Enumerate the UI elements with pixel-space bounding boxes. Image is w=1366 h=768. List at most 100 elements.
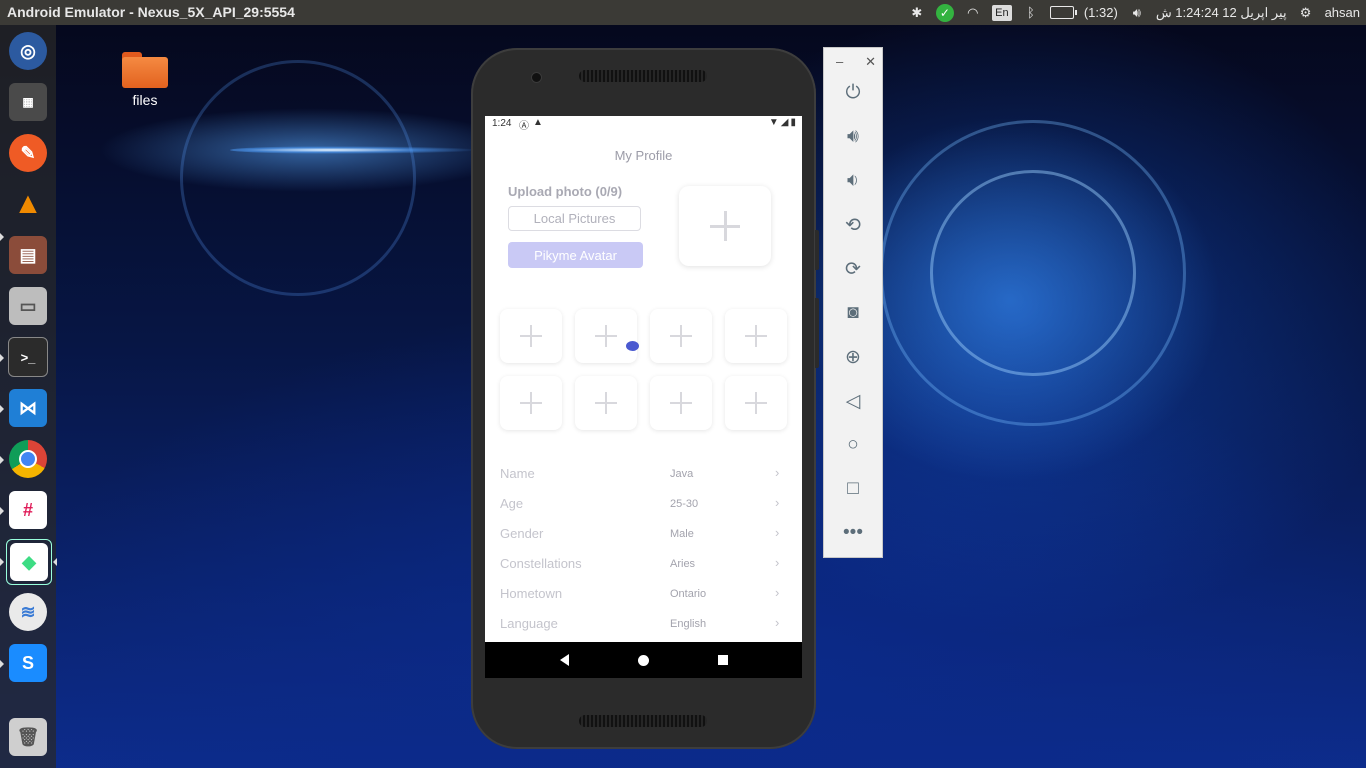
touch-indicator [626,341,639,351]
vlc-icon[interactable]: ▲ [6,182,50,226]
database-icon[interactable]: ≋ [6,590,50,634]
more-options-icon[interactable]: ••• [838,518,868,548]
wifi-icon[interactable]: ◠ [964,4,982,22]
plus-icon [710,211,740,241]
running-indicator [0,456,4,464]
bluetooth-icon[interactable]: ᛒ [1022,4,1040,22]
wallpaper-streak [230,146,480,154]
volume-up-icon[interactable]: 🔊︎ [838,122,868,152]
upload-photo-label: Upload photo (0/9) [508,184,623,199]
battery-time[interactable]: (1:32) [1084,5,1118,20]
window-title: Android Emulator - Nexus_5X_API_29:5554 [7,4,295,20]
trash-icon[interactable]: 🗑︎ [6,715,50,759]
plus-icon [520,325,542,347]
status-system-icons: ▼ ◢ ▮ [769,117,796,128]
main-photo-add-button[interactable] [679,186,771,266]
top-panel: Android Emulator - Nexus_5X_API_29:5554 … [0,0,1366,25]
plus-icon [745,392,767,414]
chrome-icon[interactable] [6,437,50,481]
back-icon[interactable]: ◁ [838,386,868,416]
home-nav-icon[interactable] [637,654,649,666]
pikyme-avatar-button[interactable]: Pikyme Avatar [508,242,643,268]
photo-slot-add-button[interactable] [725,376,787,430]
profile-row-hometown[interactable]: Hometown Ontario › [485,585,802,616]
row-value: English [670,618,707,630]
android-studio-icon[interactable]: ◆ [6,539,52,585]
wallpaper-swirl [930,170,1136,376]
phone-screen: 1:24 Ⓐ ▲ ▼ ◢ ▮ My Profile Upload photo (… [485,116,802,678]
plus-icon [745,325,767,347]
row-label: Name [500,466,535,481]
photo-slot-add-button[interactable] [500,309,562,363]
recents-nav-icon[interactable] [717,655,728,665]
desktop-folder-files[interactable]: files [120,52,170,108]
status-notification-icons: Ⓐ ▲ [519,117,543,132]
volume-down-icon[interactable]: 🔉︎ [838,166,868,196]
row-value: 25-30 [670,498,699,510]
minimize-icon[interactable]: – [836,54,843,70]
local-pictures-button[interactable]: Local Pictures [508,206,641,231]
disk-drive-icon[interactable]: ▭ [6,284,50,328]
plus-icon [670,392,692,414]
chevron-right-icon: › [775,555,780,570]
cell-signal-icon: ◢ [780,117,789,128]
vscode-icon[interactable]: ⋈ [6,386,50,430]
slack-icon[interactable]: # [6,488,50,532]
running-indicator [0,558,4,566]
photo-slot-add-button[interactable] [650,309,712,363]
row-value: Ontario [670,588,707,600]
chevron-right-icon: › [775,615,780,630]
profile-row-constellations[interactable]: Constellations Aries › [485,555,802,586]
photo-slot-add-button[interactable] [575,309,637,363]
row-label: Age [500,496,524,511]
keyboard-layout-indicator[interactable]: En [991,4,1012,21]
home-icon[interactable]: ○ [838,430,868,460]
page-title: My Profile [614,148,673,163]
row-value: Aries [670,558,696,570]
battery-icon[interactable] [1049,6,1077,19]
rotate-left-icon[interactable]: ⟲ [838,210,868,240]
settings-gear-icon[interactable]: ⚙ [1297,4,1315,22]
camera-screenshot-icon[interactable]: ◙ [838,298,868,328]
power-icon[interactable]: ⏻ [838,78,868,108]
row-label: Language [500,616,558,631]
running-indicator [0,507,4,515]
photo-slot-add-button[interactable] [500,376,562,430]
photo-slot-add-button[interactable] [725,309,787,363]
chevron-right-icon: › [775,525,780,540]
profile-row-name[interactable]: Name Java › [485,465,802,496]
active-window-arrow [53,558,57,566]
profile-row-age[interactable]: Age 25-30 › [485,495,802,526]
back-nav-icon[interactable] [559,654,569,666]
update-check-icon[interactable]: ✓ [935,3,954,22]
network-activity-icon[interactable]: ✱ [908,4,926,22]
chevron-right-icon: › [775,585,780,600]
clock[interactable]: پیر اپریل 12 1:24:24 ش [1156,5,1287,21]
profile-row-gender[interactable]: Gender Male › [485,525,802,556]
row-label: Hometown [500,586,563,601]
running-indicator [0,354,4,362]
file-manager-icon[interactable]: ▤ [6,233,50,277]
zoom-icon[interactable]: ⊕ [838,342,868,372]
folder-label: files [132,92,158,108]
photo-slot-add-button[interactable] [650,376,712,430]
user-name[interactable]: ahsan [1325,5,1360,20]
postman-icon[interactable]: ✎ [6,131,50,175]
skype-preview-icon[interactable]: S [6,641,50,685]
plus-icon [595,392,617,414]
workspace-switcher-icon[interactable]: ▦ [6,80,50,124]
row-label: Gender [500,526,544,541]
terminal-icon[interactable]: >_ [6,335,50,379]
volume-icon[interactable]: 🔊︎ [1128,4,1146,22]
system-tray: ✱ ✓ ◠ En ᛒ (1:32) 🔊︎ پیر اپریل 12 1:24:2… [908,0,1360,25]
wallpaper-swirl [180,60,416,296]
photo-slot-add-button[interactable] [575,376,637,430]
rotate-right-icon[interactable]: ⟳ [838,254,868,284]
close-icon[interactable]: ✕ [865,54,876,70]
plus-icon [670,325,692,347]
power-side-button [815,230,819,270]
ubuntu-dash-icon[interactable]: ◎ [6,29,50,73]
android-nav-bar [485,642,802,678]
emulator-phone-frame: 1:24 Ⓐ ▲ ▼ ◢ ▮ My Profile Upload photo (… [471,48,819,749]
overview-icon[interactable]: □ [838,474,868,504]
